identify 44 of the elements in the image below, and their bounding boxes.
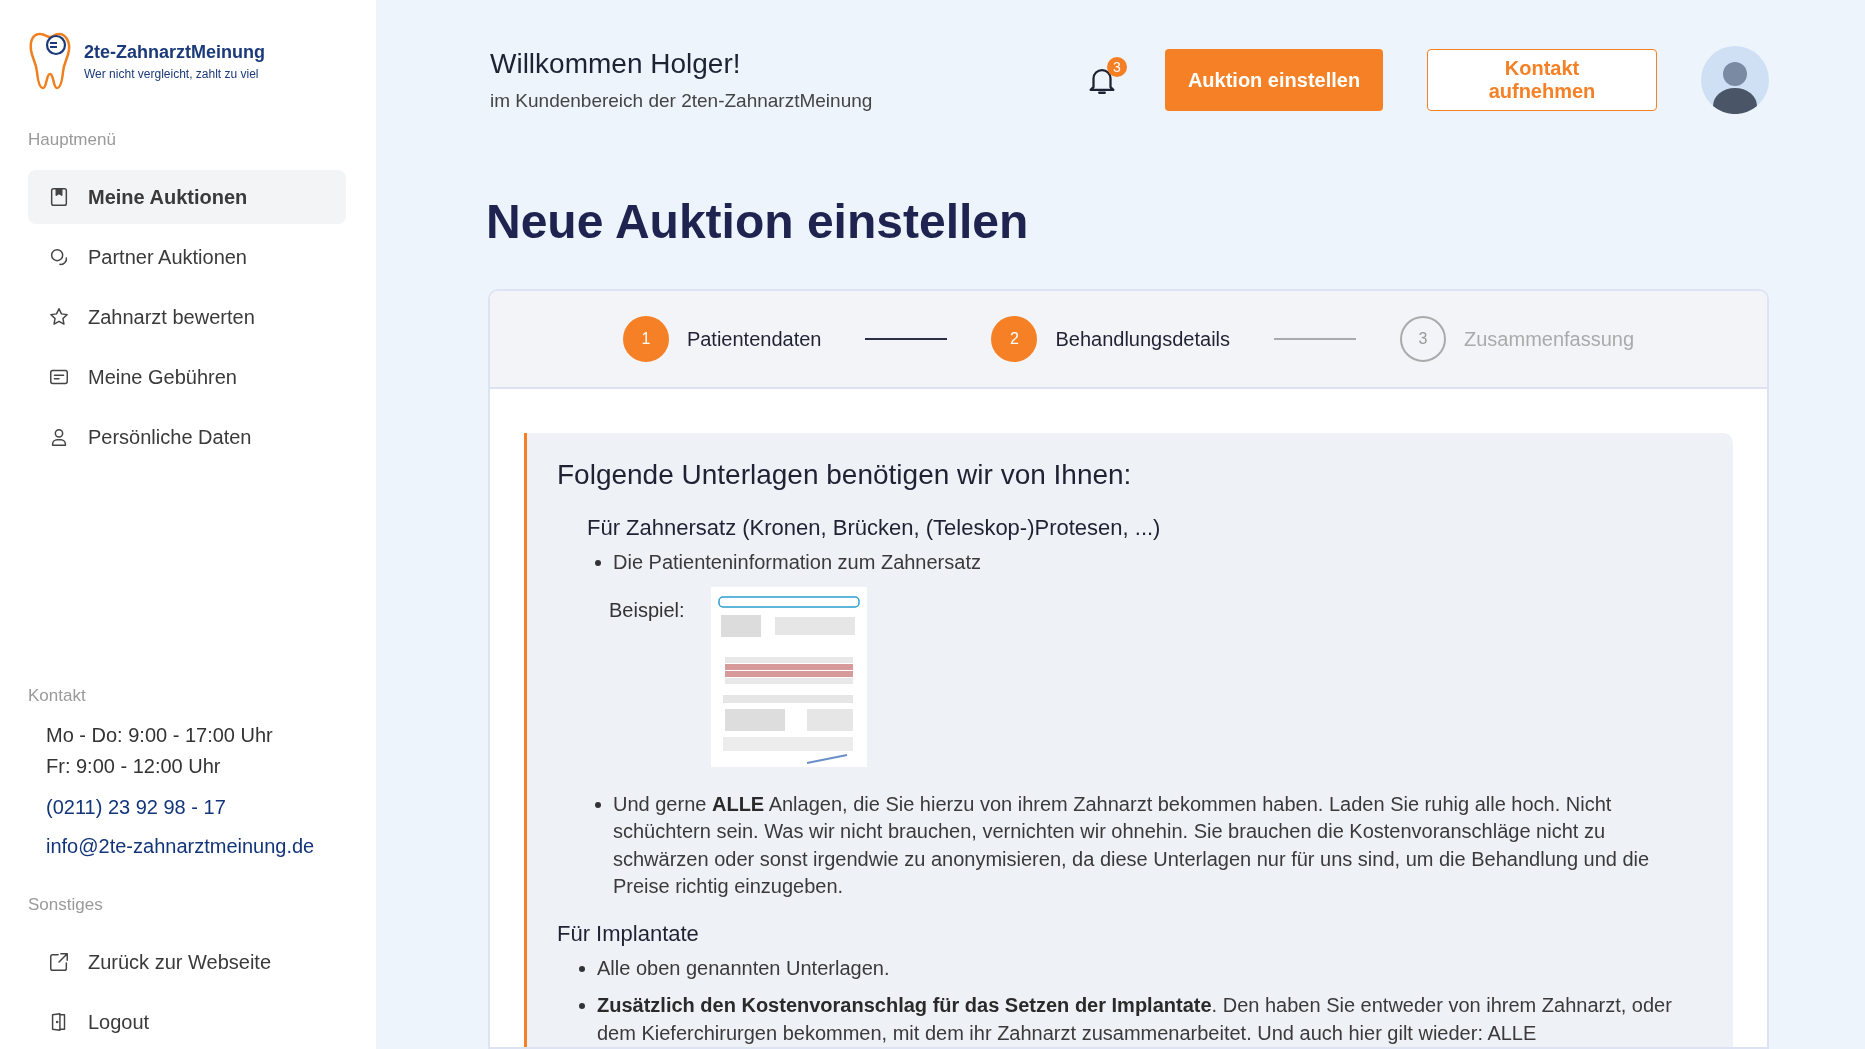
menu-item[interactable]: Partner Auktionen	[28, 230, 346, 284]
bullet-icon	[579, 965, 585, 972]
notice-heading: Folgende Unterlagen benötigen wir von Ihnen:	[557, 459, 1133, 491]
opening-hours: Fr: 9:00 - 12:00 Uhr	[45, 754, 221, 779]
greeting: Willkommen Holger!	[490, 48, 741, 80]
bullet-icon	[579, 1003, 585, 1009]
greeting-subtitle: im Kundenbereich der 2ten-ZahnarztMeinung	[490, 90, 873, 112]
bullet-icon	[595, 560, 601, 566]
step-number: 2	[991, 316, 1038, 362]
brand-name: 2te-ZahnarztMeinung	[84, 41, 265, 63]
external-link-icon	[48, 951, 70, 973]
list-text: Zusätzlich den Kostenvoranschlag für das Setzen der Implantate. Den haben Sie entweder von ihrem Zahnarzt, oder dem Kieferchirurgen bekommen, mit dem ihr Zahnarzt zusammenarbeitet. Und auch hier gilt wieder: ALLE	[597, 993, 1673, 1046]
section-title: Für Implantate	[557, 920, 700, 947]
menu-item[interactable]: Zahnarzt bewerten	[28, 290, 346, 344]
bookmark-icon	[48, 186, 70, 208]
step-label: Patientendaten	[686, 327, 822, 351]
section-heading: Kontakt	[28, 686, 86, 706]
notification-count: 3	[1107, 57, 1127, 77]
list-text: Und gerne ALLE Anlagen, die Sie hierzu von ihrem Zahnarzt bekommen haben. Laden Sie ruhig alle hoch. Nicht schüchtern sein. Was wir nicht brauchen, vernichten wir ohnehin. Sie brauchen die Kostenvoranschläge nicht zu schwärzen oder sonst irgendwie zu anonymisieren, da diese Unterlagen nur für uns sind, um die Behandlung und die Preise richtig einzugeben.	[613, 791, 1651, 899]
step-label: Behandlungsdetails	[1055, 327, 1231, 351]
step-number: 3	[1400, 316, 1447, 362]
example-label: Beispiel:	[609, 598, 685, 622]
menu-item[interactable]: Meine Gebühren	[28, 350, 346, 404]
bullet-icon	[595, 801, 601, 808]
avatar[interactable]	[1701, 46, 1769, 114]
tooth-logo-icon	[28, 30, 72, 92]
section-title: Für Zahnersatz (Kronen, Brücken, (Teleskop-)Protesen, ...)	[586, 515, 1162, 541]
opening-hours: Mo - Do: 9:00 - 17:00 Uhr	[45, 723, 273, 748]
menu-item[interactable]: Persönliche Daten	[28, 410, 346, 464]
phone-link[interactable]: (0211) 23 92 98 - 17	[28, 792, 226, 822]
menu-item[interactable]: Logout	[28, 995, 346, 1049]
section-heading: Sonstiges	[28, 895, 103, 915]
page-title: Neue Auktion einstellen	[486, 194, 1030, 249]
step-label: Zusammenfassung	[1464, 327, 1635, 351]
step-number: 1	[622, 316, 669, 362]
list-text: Die Patienteninformation zum Zahnersatz	[613, 550, 981, 575]
chat-bubbles-icon	[48, 246, 70, 268]
email-link[interactable]: info@2te-zahnarztmeinung.de	[28, 831, 315, 861]
menu-item[interactable]: Zurück zur Webseite	[28, 935, 346, 989]
star-icon	[48, 306, 70, 328]
section-heading: Hauptmenü	[28, 130, 116, 150]
menu-item[interactable]: Meine Auktionen	[28, 170, 346, 224]
list-text: Alle oben genannten Unterlagen.	[597, 955, 890, 981]
brand-tagline: Wer nicht vergleicht, zahlt zu viel	[84, 66, 260, 81]
